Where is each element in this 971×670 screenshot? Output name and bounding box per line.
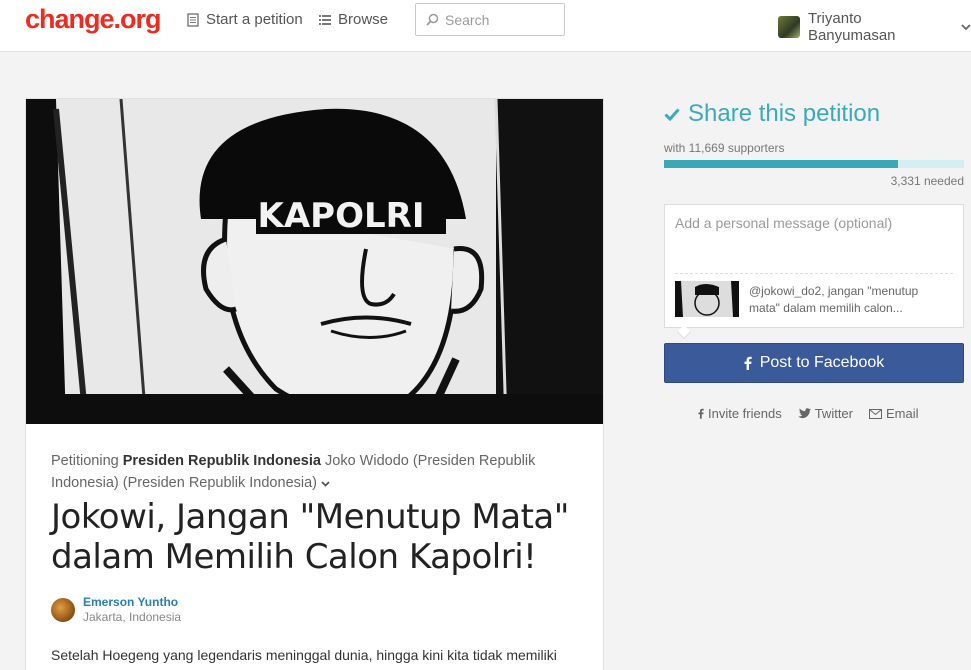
- personal-message-input[interactable]: [675, 215, 955, 265]
- post-to-facebook-button[interactable]: Post to Facebook: [664, 343, 964, 383]
- post-to-facebook-label: Post to Facebook: [759, 354, 885, 371]
- petition-author: Emerson Yuntho Jakarta, Indonesia: [51, 595, 181, 625]
- petition-card: KAPOLRI Petitioning Presiden Republik In…: [25, 98, 604, 670]
- email-icon: [869, 408, 882, 419]
- author-avatar[interactable]: [51, 598, 75, 622]
- message-divider: [675, 273, 953, 274]
- start-petition-label: Start a petition: [206, 11, 303, 28]
- changeorg-logo[interactable]: change.org: [25, 4, 162, 35]
- petitioning-prefix: Petitioning: [51, 453, 119, 469]
- message-box-notch: [676, 324, 692, 340]
- hero-caption: KAPOLRI: [258, 196, 425, 236]
- signature-progress-fill: [664, 160, 898, 168]
- email-link[interactable]: Email: [869, 406, 919, 421]
- twitter-icon: [797, 408, 811, 419]
- kapolri-cartoon-image: KAPOLRI: [26, 99, 603, 424]
- invite-friends-link[interactable]: Invite friends: [698, 406, 782, 421]
- petition-target-bold: Presiden Republik Indonesia: [122, 453, 321, 469]
- email-label: Email: [886, 406, 919, 421]
- list-icon: [319, 15, 331, 25]
- check-icon: [664, 107, 680, 121]
- search-box: [415, 3, 565, 36]
- petition-body: Setelah Hoegeng yang legendaris meningga…: [51, 647, 557, 663]
- share-message-box: @jokowi_do2, jangan "menutup mata" dalam…: [664, 204, 964, 340]
- author-location: Jakarta, Indonesia: [83, 610, 182, 624]
- facebook-icon: [744, 356, 752, 370]
- petition-target: Petitioning Presiden Republik Indonesia …: [51, 450, 571, 494]
- user-menu[interactable]: Triyanto Banyumasan: [778, 10, 971, 44]
- share-heading-text: Share this petition: [688, 100, 881, 127]
- chevron-down-icon: [961, 23, 971, 30]
- start-petition-link[interactable]: Start a petition: [187, 11, 303, 28]
- petition-hero-image: KAPOLRI: [26, 99, 603, 424]
- browse-link[interactable]: Browse: [319, 11, 388, 28]
- supporters-count: with 11,669 supporters: [664, 141, 785, 155]
- share-links: Invite friends Twitter Email: [698, 406, 919, 421]
- browse-label: Browse: [338, 11, 389, 28]
- user-avatar: [778, 16, 800, 38]
- twitter-label: Twitter: [814, 406, 853, 421]
- facebook-icon: [698, 408, 704, 419]
- top-header: change.org Start a petition Browse Triya…: [0, 0, 971, 52]
- share-preview-text: @jokowi_do2, jangan "menutup mata" dalam…: [749, 284, 919, 315]
- user-name: Triyanto Banyumasan: [807, 10, 896, 44]
- share-preview-thumbnail: [675, 281, 739, 317]
- document-icon: [187, 12, 199, 27]
- share-heading: Share this petition: [664, 100, 880, 128]
- signature-progress-bar: [664, 160, 964, 168]
- invite-friends-label: Invite friends: [708, 406, 782, 421]
- signatures-needed: 3,331 needed: [890, 174, 964, 188]
- chevron-down-icon[interactable]: [321, 481, 330, 487]
- petition-title: Jokowi, Jangan "Menutup Mata" dalam Memi…: [51, 497, 569, 577]
- search-input[interactable]: [445, 11, 555, 28]
- author-name[interactable]: Emerson Yuntho: [83, 595, 181, 610]
- search-icon: [426, 13, 439, 26]
- twitter-link[interactable]: Twitter: [797, 406, 853, 421]
